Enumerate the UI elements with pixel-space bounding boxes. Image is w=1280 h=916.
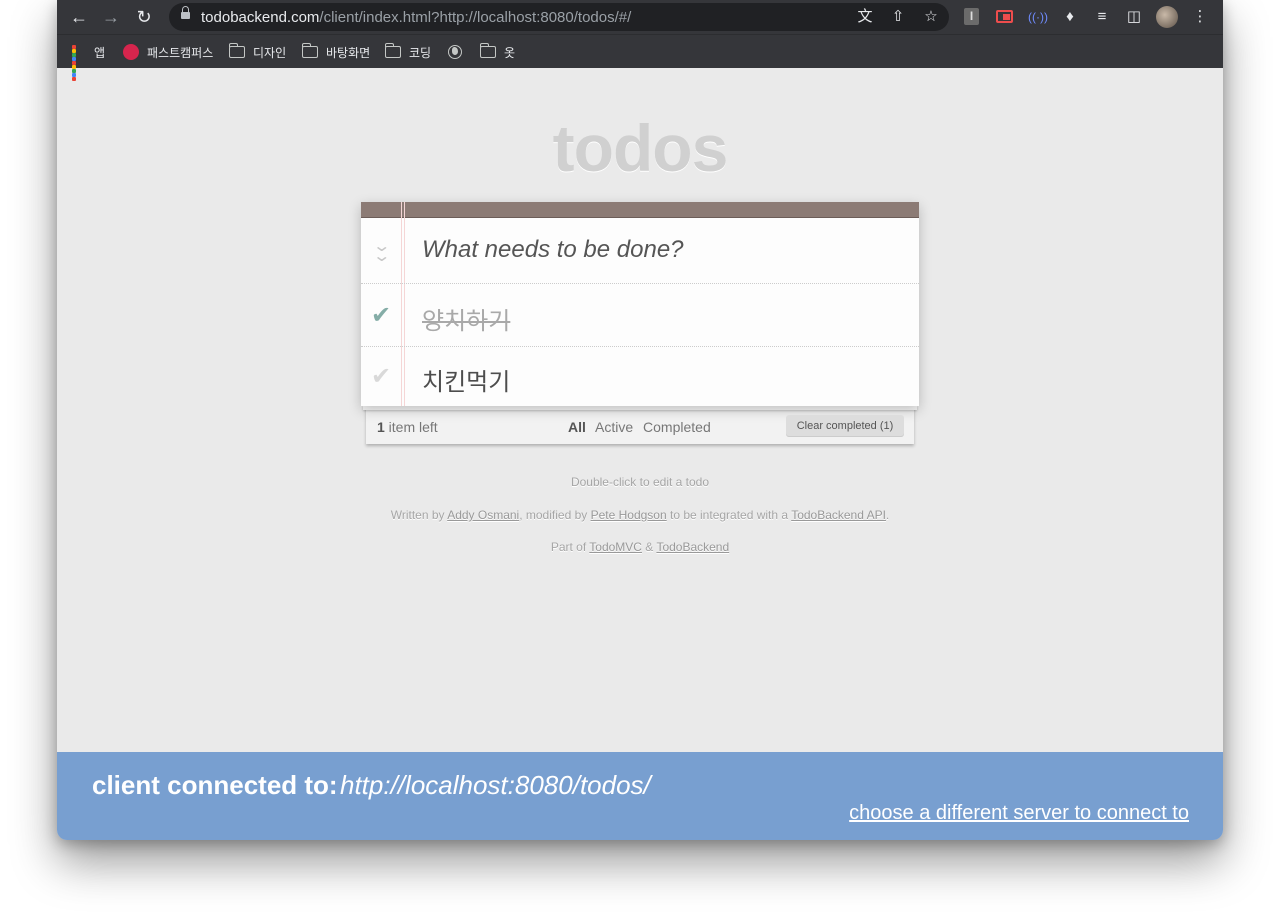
todo-app-card: ⌄ ⌄ What needs to be done? ✔ 양치하기 ✔ 치킨먹기 [361,202,919,406]
clear-completed-button[interactable]: Clear completed (1) [786,415,904,437]
folder-icon [228,43,245,58]
bookmark-coding[interactable]: 코딩 [384,43,432,61]
bookmark-apps[interactable]: 앱 [72,43,106,81]
side-panel-icon[interactable]: ◫ [1124,6,1144,28]
back-arrow-icon[interactable]: ← [67,5,91,29]
bookmark-fastcampus[interactable]: 패스트캠퍼스 [123,43,213,61]
forward-arrow-icon[interactable]: → [99,5,123,29]
todo-label[interactable]: 치킨먹기 [422,362,510,397]
browser-toolbar: ← → ↻ todobackend.com/client/index.html?… [57,0,1223,34]
link-todobackend[interactable]: TodoBackend [656,540,729,554]
bookmark-label: 바탕화면 [326,45,371,60]
card-header-strip [361,202,919,218]
bookmark-label: 앱 [94,45,106,60]
todo-label[interactable]: 양치하기 [422,301,510,336]
connected-label: client connected to: [92,770,338,800]
globe-icon [448,45,462,59]
browser-window: ← → ↻ todobackend.com/client/index.html?… [57,0,1223,840]
more-menu-icon[interactable]: ⋮ [1190,6,1210,28]
link-todobackend-api[interactable]: TodoBackend API [791,508,886,522]
bookmark-label: 옷 [504,45,516,60]
filter-completed[interactable]: Completed [643,419,711,435]
new-todo-row: ⌄ ⌄ What needs to be done? [361,218,919,284]
filters: All Active Completed [568,419,717,435]
link-addy-osmani[interactable]: Addy Osmani [447,508,519,522]
folder-icon [479,43,496,58]
bookmark-desktop[interactable]: 바탕화면 [301,43,371,61]
bookmark-label: 코딩 [409,45,432,60]
bookmark-star-icon[interactable]: ☆ [921,7,941,27]
connection-banner: client connected to: http://localhost:80… [57,752,1223,840]
filter-all[interactable]: All [568,419,586,435]
todo-item[interactable]: ✔ 치킨먹기 [361,346,919,408]
checkmark-icon[interactable]: ✔ [371,301,391,330]
bookmark-label: 패스트캠퍼스 [147,45,214,60]
bookmarks-bar: 앱 패스트캠퍼스 디자인 바탕화면 코딩 옷 [57,34,1223,81]
link-pete-hodgson[interactable]: Pete Hodgson [591,508,667,522]
reload-icon[interactable]: ↻ [132,5,156,29]
checkmark-icon[interactable]: ✔ [371,362,391,391]
part-of-line: Part of TodoMVC & TodoBackend [550,540,730,554]
todo-footer: 1 item left All Active Completed Clear c… [366,408,914,442]
toggle-all-chevron-icon[interactable]: ⌄ ⌄ [372,239,391,265]
link-todomvc[interactable]: TodoMVC [589,540,642,554]
extension-wave-icon[interactable]: ((·)) [1028,6,1048,28]
share-icon[interactable]: ⇧ [888,7,908,27]
picture-in-picture-icon[interactable] [996,10,1013,23]
apps-grid-icon [72,45,86,81]
dribbble-icon [123,44,139,60]
new-todo-input[interactable]: What needs to be done? [422,236,684,264]
extensions-puzzle-icon[interactable]: ♦ [1060,6,1080,28]
bookmark-globe[interactable] [448,43,470,61]
connected-url: http://localhost:8080/todos/ [340,770,651,800]
extension-i-icon[interactable]: I [964,8,979,25]
profile-avatar[interactable] [1156,6,1178,28]
todo-item[interactable]: ✔ 양치하기 [361,285,919,347]
folder-icon [384,43,401,58]
credits-line: Written by Addy Osmani, modified by Pete… [390,508,890,522]
change-server-link[interactable]: choose a different server to connect to [849,802,1189,825]
bookmark-clothes[interactable]: 옷 [479,43,516,61]
filter-active[interactable]: Active [595,419,633,435]
lock-icon [181,6,190,21]
folder-icon [301,43,318,58]
url-text: todobackend.com/client/index.html?http:/… [201,9,632,26]
bookmark-label: 디자인 [253,45,287,60]
translate-icon[interactable]: 文 [855,7,875,27]
app-title: todos [552,111,729,185]
edit-hint: Double-click to edit a todo [570,475,710,489]
address-bar[interactable]: todobackend.com/client/index.html?http:/… [169,3,949,31]
items-left-count: 1 item left [377,419,438,435]
reading-list-icon[interactable]: ≡ [1092,6,1112,28]
bookmark-design[interactable]: 디자인 [228,43,287,61]
